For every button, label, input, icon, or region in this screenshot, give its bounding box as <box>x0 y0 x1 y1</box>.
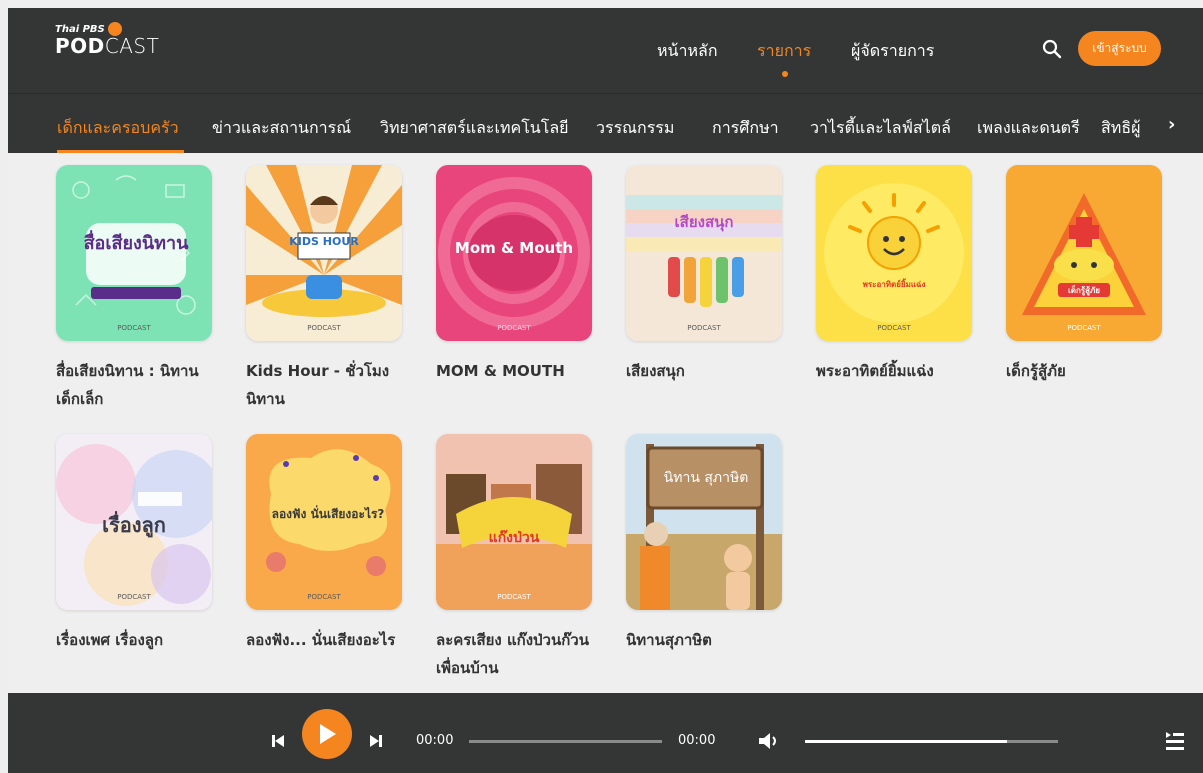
podcast-title[interactable]: ละครเสียง แก๊งป่วนก๊วนเพื่อนบ้าน <box>436 626 596 682</box>
current-time: 00:00 <box>416 733 454 748</box>
podcast-card[interactable]: Mom & Mouth PODCAST MOM & MOUTH <box>436 165 594 385</box>
podcast-card[interactable]: นิทาน สุภาษิต นิทานสุภาษิต <box>626 434 784 654</box>
search-icon[interactable] <box>1042 39 1062 59</box>
podcast-title[interactable]: เรื่องเพศ เรื่องลูก <box>56 626 216 654</box>
podcast-cover[interactable]: เรื่องลูก PODCAST <box>56 434 212 610</box>
cover-text: เรื่องลูก <box>102 510 166 539</box>
cover-text: เด็กรู้สู้ภัย <box>1068 284 1100 296</box>
podcast-card[interactable]: แก๊งป่วน PODCAST ละครเสียง แก๊งป่วนก๊วนเ… <box>436 434 594 682</box>
podcast-card[interactable]: เสียงสนุก PODCAST เสียงสนุก <box>626 165 784 385</box>
svg-text:PODCAST: PODCAST <box>307 324 341 332</box>
cover-text: สื่อเสียงนิทาน <box>84 230 190 254</box>
active-tab-underline <box>57 150 184 153</box>
chevron-right-icon[interactable]: › <box>1168 114 1175 135</box>
tab-literature[interactable]: วรรณกรรม <box>596 116 674 141</box>
cover-art-storytelling: สื่อเสียงนิทาน PODCAST <box>56 165 212 341</box>
cover-art-neighborhood-gang: แก๊งป่วน PODCAST <box>436 434 592 610</box>
podcast-title[interactable]: นิทานสุภาษิต <box>626 626 786 654</box>
svg-text:PODCAST: PODCAST <box>497 324 531 332</box>
nav-programs[interactable]: รายการ <box>757 39 811 64</box>
podcast-card[interactable]: พระอาทิตย์ยิ้มแฉ่ง PODCAST พระอาทิตย์ยิ้… <box>816 165 974 385</box>
tab-music[interactable]: เพลงและดนตรี <box>977 116 1080 141</box>
cover-art-sex-ed: เรื่องลูก PODCAST <box>56 434 212 610</box>
seek-bar[interactable] <box>469 740 662 743</box>
cover-text: พระอาทิตย์ยิ้มแฉ่ง <box>863 278 926 289</box>
svg-text:PODCAST: PODCAST <box>1067 324 1101 332</box>
cover-art-mom-mouth: Mom & Mouth PODCAST <box>436 165 592 341</box>
logo-small-text: Thai PBS <box>55 23 105 35</box>
cover-art-kids-hour: KIDS HOUR PODCAST <box>246 165 402 341</box>
svg-text:PODCAST: PODCAST <box>877 324 911 332</box>
podcast-cover[interactable]: Mom & Mouth PODCAST <box>436 165 592 341</box>
svg-text:PODCAST: PODCAST <box>687 324 721 332</box>
nav-home[interactable]: หน้าหลัก <box>657 39 718 64</box>
cover-art-fun-sounds: เสียงสนุก PODCAST <box>626 165 782 341</box>
cover-art-smiling-sun: พระอาทิตย์ยิ้มแฉ่ง PODCAST <box>816 165 972 341</box>
cover-text: นิทาน สุภาษิต <box>664 470 749 486</box>
svg-text:PODCAST: PODCAST <box>497 593 531 601</box>
volume-slider-fill <box>805 740 1007 743</box>
tab-variety-lifestyle[interactable]: วาไรตี้และไลฟ์สไตล์ <box>810 116 951 141</box>
nav-active-indicator <box>782 71 788 77</box>
podcast-title[interactable]: ลองฟัง... นั่นเสียงอะไร <box>246 626 406 654</box>
podcast-cover[interactable]: พระอาทิตย์ยิ้มแฉ่ง PODCAST <box>816 165 972 341</box>
podcast-cover[interactable]: เด็กรู้สู้ภัย PODCAST <box>1006 165 1162 341</box>
tab-news[interactable]: ข่าวและสถานการณ์ <box>212 116 351 141</box>
nav-hosts[interactable]: ผู้จัดรายการ <box>851 39 934 64</box>
podcast-cover[interactable]: เสียงสนุก PODCAST <box>626 165 782 341</box>
tab-education[interactable]: การศึกษา <box>712 116 779 141</box>
audio-player-bar: 00:00 00:00 <box>8 693 1203 773</box>
podcast-card[interactable]: สื่อเสียงนิทาน PODCAST สื่อเสียงนิทาน : … <box>56 165 214 413</box>
duration-time: 00:00 <box>678 733 716 748</box>
volume-icon[interactable] <box>757 731 781 751</box>
cover-text: ลองฟัง นั่นเสียงอะไร? <box>272 505 385 521</box>
login-button[interactable]: เข้าสู่ระบบ <box>1078 31 1161 66</box>
play-button[interactable] <box>302 709 352 759</box>
tab-science-tech[interactable]: วิทยาศาสตร์และเทคโนโลยี <box>380 116 569 141</box>
podcast-title[interactable]: MOM & MOUTH <box>436 357 596 385</box>
cover-text: KIDS HOUR <box>289 235 359 248</box>
podcast-title[interactable]: สื่อเสียงนิทาน : นิทานเด็กเล็ก <box>56 357 216 413</box>
previous-track-icon[interactable] <box>270 733 286 749</box>
tab-kids-family[interactable]: เด็กและครอบครัว <box>57 116 179 141</box>
podcast-card[interactable]: เรื่องลูก PODCAST เรื่องเพศ เรื่องลูก <box>56 434 214 654</box>
thaipbs-podcast-logo[interactable]: Thai PBS PODCAST <box>55 22 160 58</box>
podcast-cover[interactable]: KIDS HOUR PODCAST <box>246 165 402 341</box>
podcast-card[interactable]: KIDS HOUR PODCAST Kids Hour - ชั่วโมงนิท… <box>246 165 404 413</box>
podcast-title[interactable]: เสียงสนุก <box>626 357 786 385</box>
podcast-cover[interactable]: สื่อเสียงนิทาน PODCAST <box>56 165 212 341</box>
podcast-title[interactable]: พระอาทิตย์ยิ้มแฉ่ง <box>816 357 976 385</box>
play-icon <box>320 724 336 744</box>
cover-art-listen-sound: ลองฟัง นั่นเสียงอะไร? PODCAST <box>246 434 402 610</box>
playlist-icon[interactable] <box>1165 730 1185 752</box>
next-track-icon[interactable] <box>368 733 384 749</box>
podcast-title[interactable]: เด็กรู้สู้ภัย <box>1006 357 1166 385</box>
logo-cast-text: CAST <box>104 34 160 58</box>
cover-text: แก๊งป่วน <box>489 529 540 546</box>
podcast-card[interactable]: เด็กรู้สู้ภัย PODCAST เด็กรู้สู้ภัย <box>1006 165 1164 385</box>
cover-text: Mom & Mouth <box>455 239 573 257</box>
podcast-title[interactable]: Kids Hour - ชั่วโมงนิทาน <box>246 357 406 413</box>
top-navigation-bar: Thai PBS PODCAST หน้าหลัก รายการ ผู้จัดร… <box>8 8 1203 93</box>
podcast-cover[interactable]: นิทาน สุภาษิต <box>626 434 782 610</box>
category-tabs: เด็กและครอบครัว ข่าวและสถานการณ์ วิทยาศา… <box>8 93 1203 153</box>
cover-art-proverb-tales: นิทาน สุภาษิต <box>626 434 782 610</box>
logo-pod-text: POD <box>55 34 105 58</box>
podcast-cover[interactable]: ลองฟัง นั่นเสียงอะไร? PODCAST <box>246 434 402 610</box>
svg-text:PODCAST: PODCAST <box>307 593 341 601</box>
podcast-cover[interactable]: แก๊งป่วน PODCAST <box>436 434 592 610</box>
svg-text:PODCAST: PODCAST <box>117 324 151 332</box>
podcast-card[interactable]: ลองฟัง นั่นเสียงอะไร? PODCAST ลองฟัง... … <box>246 434 404 654</box>
app: Thai PBS PODCAST หน้าหลัก รายการ ผู้จัดร… <box>8 0 1203 773</box>
tab-rights[interactable]: สิทธิผู้ <box>1101 116 1140 141</box>
cover-text: เสียงสนุก <box>675 213 734 232</box>
cover-art-kids-safety: เด็กรู้สู้ภัย PODCAST <box>1006 165 1162 341</box>
svg-text:PODCAST: PODCAST <box>117 593 151 601</box>
